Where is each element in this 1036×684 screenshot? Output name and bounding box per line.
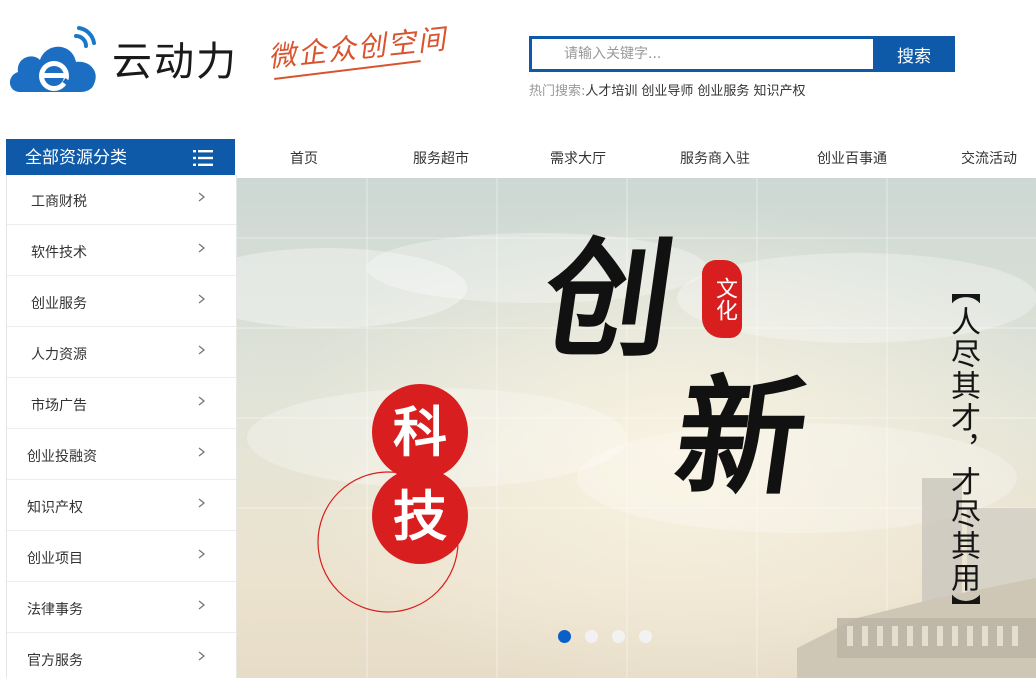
chevron-right-icon bbox=[198, 447, 206, 457]
main-nav: 首页 服务超市 需求大厅 服务商入驻 创业百事通 交流活动 bbox=[236, 139, 1036, 175]
category-sidebar: 工商财税 软件技术 创业服务 人力资源 市场广告 创业投融资 知识产权 创业项目… bbox=[6, 175, 237, 678]
sidebar-item[interactable]: 工商财税 bbox=[7, 175, 236, 225]
banner-char-chuang: 创 bbox=[534, 225, 684, 375]
hot-term-link[interactable]: 知识产权 bbox=[753, 84, 805, 99]
banner-circle-ji-text: 技 bbox=[393, 484, 447, 548]
brand-name: 云动力 bbox=[112, 39, 238, 85]
sidebar-item[interactable]: 市场广告 bbox=[7, 379, 236, 429]
sidebar-item-label: 市场广告 bbox=[31, 398, 87, 414]
hot-search-label: 热门搜索: bbox=[529, 84, 586, 99]
nav-item-demand-hall[interactable]: 需求大厅 bbox=[550, 139, 606, 175]
banner-circle-ji: 技 bbox=[372, 468, 468, 564]
chevron-right-icon bbox=[198, 651, 206, 661]
chevron-right-icon bbox=[198, 192, 206, 202]
sidebar-item[interactable]: 创业服务 bbox=[7, 277, 236, 327]
logo-icon[interactable] bbox=[6, 22, 106, 98]
hot-term-link[interactable]: 人才培训 bbox=[585, 84, 637, 99]
hot-term-link[interactable]: 创业服务 bbox=[697, 84, 749, 99]
nav-item-provider-join[interactable]: 服务商入驻 bbox=[680, 139, 750, 175]
sidebar-item[interactable]: 知识产权 bbox=[7, 481, 236, 531]
sidebar-item-label: 人力资源 bbox=[31, 347, 87, 363]
carousel-dots bbox=[558, 630, 652, 643]
chevron-right-icon bbox=[198, 345, 206, 355]
carousel-dot-1[interactable] bbox=[558, 630, 571, 643]
nav-item-events[interactable]: 交流活动 bbox=[961, 139, 1017, 175]
nav-item-home[interactable]: 首页 bbox=[290, 139, 318, 175]
chevron-right-icon bbox=[198, 600, 206, 610]
carousel-dot-2[interactable] bbox=[585, 630, 598, 643]
sidebar-item-label: 创业投融资 bbox=[27, 449, 97, 465]
chevron-right-icon bbox=[198, 294, 206, 304]
sidebar-item[interactable]: 法律事务 bbox=[7, 583, 236, 633]
banner-char-xin: 新 bbox=[666, 363, 816, 513]
category-menu-title: 全部资源分类 bbox=[25, 148, 127, 168]
search-button[interactable]: 搜索 bbox=[873, 36, 955, 72]
chevron-right-icon bbox=[198, 498, 206, 508]
sidebar-item-label: 工商财税 bbox=[31, 194, 87, 210]
hot-term-link[interactable]: 创业导师 bbox=[641, 84, 693, 99]
banner-vertical-slogan: 【人尽其才，才尽其用】 bbox=[945, 274, 980, 626]
list-menu-icon bbox=[193, 150, 213, 166]
sidebar-item[interactable]: 创业项目 bbox=[7, 532, 236, 582]
search-box: 搜索 bbox=[529, 36, 955, 72]
banner-circle-ke: 科 bbox=[372, 384, 468, 480]
sidebar-item-label: 创业服务 bbox=[31, 296, 87, 312]
sidebar-item-label: 知识产权 bbox=[27, 500, 83, 516]
banner-seal: 文化 bbox=[702, 260, 742, 338]
sidebar-item-label: 创业项目 bbox=[27, 551, 83, 567]
banner-circle-ke-text: 科 bbox=[393, 400, 447, 464]
category-menu-header[interactable]: 全部资源分类 bbox=[6, 139, 235, 175]
carousel-dot-4[interactable] bbox=[639, 630, 652, 643]
hot-search: 热门搜索:人才培训 创业导师 创业服务 知识产权 bbox=[529, 80, 809, 99]
sidebar-item-label: 软件技术 bbox=[31, 245, 87, 261]
sidebar-item-label: 官方服务 bbox=[27, 653, 83, 669]
hero-banner[interactable]: 创 新 文化 科 技 【人尽其才，才尽其用】 bbox=[237, 178, 1036, 678]
nav-item-startup-guide[interactable]: 创业百事通 bbox=[817, 139, 887, 175]
sidebar-item[interactable]: 创业投融资 bbox=[7, 430, 236, 480]
chevron-right-icon bbox=[198, 243, 206, 253]
sidebar-item[interactable]: 人力资源 bbox=[7, 328, 236, 378]
carousel-dot-3[interactable] bbox=[612, 630, 625, 643]
search-input[interactable] bbox=[529, 36, 873, 72]
chevron-right-icon bbox=[198, 396, 206, 406]
chevron-right-icon bbox=[198, 549, 206, 559]
sidebar-item[interactable]: 软件技术 bbox=[7, 226, 236, 276]
nav-item-service-mall[interactable]: 服务超市 bbox=[413, 139, 469, 175]
sidebar-item-label: 法律事务 bbox=[27, 602, 83, 618]
sidebar-item[interactable]: 官方服务 bbox=[7, 634, 236, 684]
